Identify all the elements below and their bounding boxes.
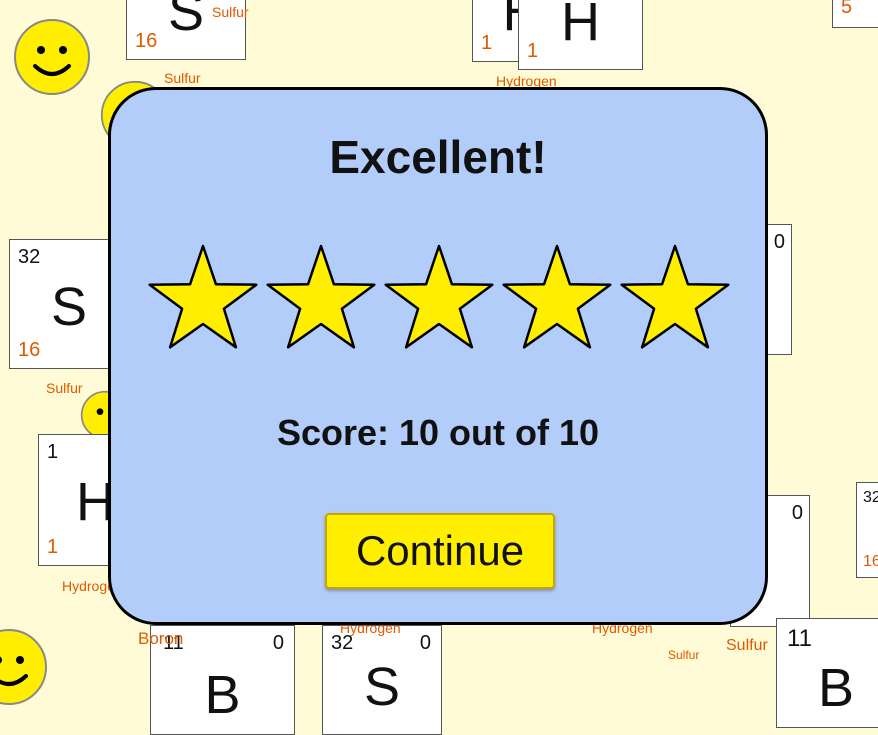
element-name: Boron (138, 629, 184, 648)
atomic-number: 1 (47, 536, 59, 558)
result-dialog: Excellent! Score: 10 out of 10 Continue (108, 87, 768, 625)
smiley-icon (0, 629, 47, 705)
atomic-mass: 1 (47, 441, 59, 463)
element-name: Sulfur (46, 380, 83, 396)
atomic-mass: 32 (18, 246, 41, 268)
atomic-number: 16 (18, 339, 41, 361)
atomic-number: 5 (841, 0, 853, 18)
star-rating (148, 244, 730, 349)
charge: 0 (773, 231, 785, 253)
element-tile[interactable]: 11 B (776, 618, 878, 728)
continue-button[interactable]: Continue (325, 513, 555, 589)
smiley-icon (14, 19, 90, 95)
element-tile[interactable]: 32 16 (856, 482, 878, 578)
element-tile[interactable]: 32 0 S (322, 625, 442, 735)
star-icon (266, 244, 376, 349)
element-name: Sulfur (668, 648, 700, 662)
star-icon (148, 244, 258, 349)
atomic-mass: 32 (863, 489, 878, 506)
element-symbol: B (817, 658, 855, 718)
star-icon (384, 244, 494, 349)
atomic-number: 1 (527, 40, 539, 62)
star-icon (502, 244, 612, 349)
atomic-number: 16 (863, 553, 878, 570)
atomic-number: 16 (135, 30, 158, 52)
element-name: Sulfur (164, 70, 201, 86)
result-title: Excellent! (329, 131, 547, 183)
element-symbol: S (363, 657, 401, 717)
atomic-number: 1 (481, 32, 493, 54)
element-name: Sulfur (726, 637, 768, 654)
element-name: Sulfur (212, 4, 249, 20)
element-symbol: B (204, 665, 241, 725)
element-tile[interactable]: 5 (832, 0, 878, 28)
charge: 0 (419, 632, 431, 654)
score-text: Score: 10 out of 10 (276, 412, 600, 453)
charge: 0 (272, 632, 284, 654)
atomic-mass: 11 (787, 625, 812, 652)
star-icon (620, 244, 730, 349)
charge: 0 (791, 502, 803, 524)
element-tile[interactable]: H 1 (518, 0, 643, 70)
